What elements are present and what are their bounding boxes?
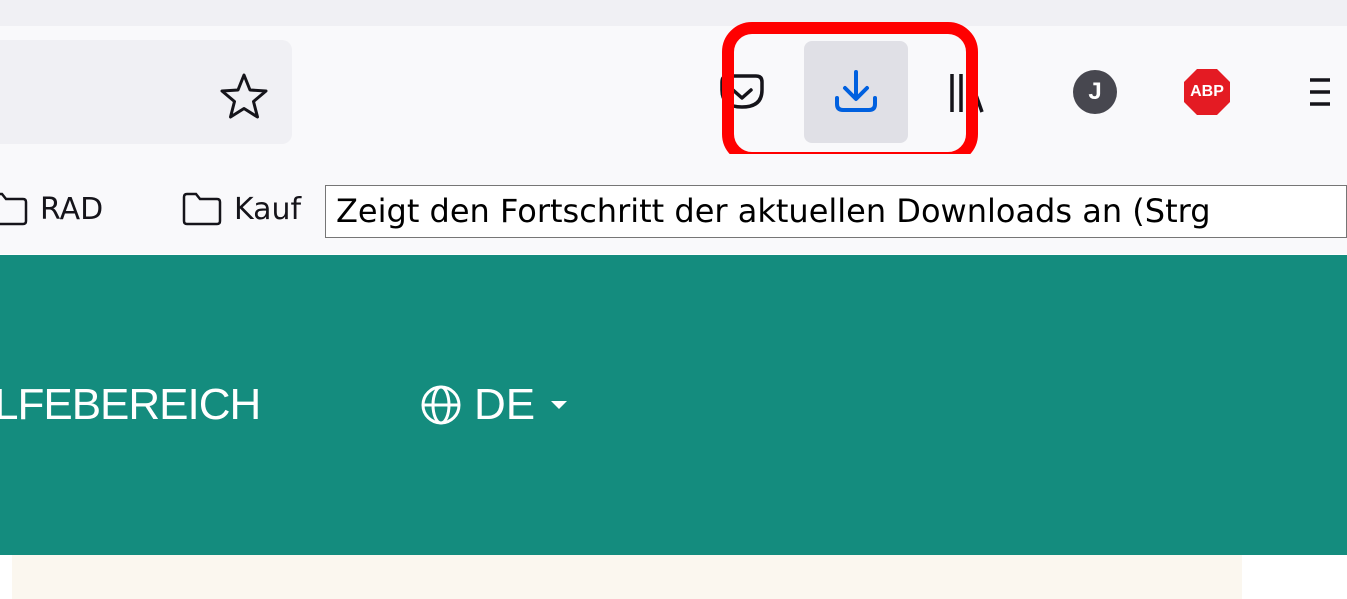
downloads-tooltip: Zeigt den Fortschritt der aktuellen Down…	[325, 185, 1347, 238]
star-icon	[220, 73, 268, 119]
app-menu-button[interactable]	[1290, 41, 1347, 143]
adblock-label: ABP	[1190, 83, 1224, 100]
account-initial: J	[1088, 78, 1102, 105]
downloads-button[interactable]	[804, 41, 908, 143]
language-label: DE	[474, 380, 536, 429]
account-button[interactable]: J	[1050, 41, 1140, 143]
content-area	[12, 555, 1242, 599]
bookmark-star-button[interactable]	[212, 64, 276, 128]
adblock-icon: ABP	[1182, 67, 1232, 117]
menu-icon	[1310, 78, 1330, 106]
library-button[interactable]	[922, 41, 1012, 143]
library-icon	[950, 74, 984, 113]
language-selector[interactable]: DE	[420, 380, 568, 430]
globe-icon	[421, 385, 461, 425]
folder-icon	[182, 192, 222, 226]
bookmark-folder-rad[interactable]: RAD	[0, 184, 103, 234]
bookmark-label: Kauf	[234, 191, 302, 227]
adblock-button[interactable]: ABP	[1162, 41, 1252, 143]
pocket-button[interactable]	[702, 41, 782, 143]
caret-down-icon	[551, 401, 568, 409]
nav-link-hilfebereich[interactable]: LFEBEREICH	[0, 375, 261, 435]
bookmark-label: RAD	[40, 191, 104, 227]
account-icon: J	[1073, 70, 1117, 114]
pocket-icon	[720, 74, 764, 109]
folder-icon	[0, 192, 28, 226]
bookmark-folder-kauf[interactable]: Kauf	[180, 184, 301, 234]
download-icon	[835, 70, 877, 112]
